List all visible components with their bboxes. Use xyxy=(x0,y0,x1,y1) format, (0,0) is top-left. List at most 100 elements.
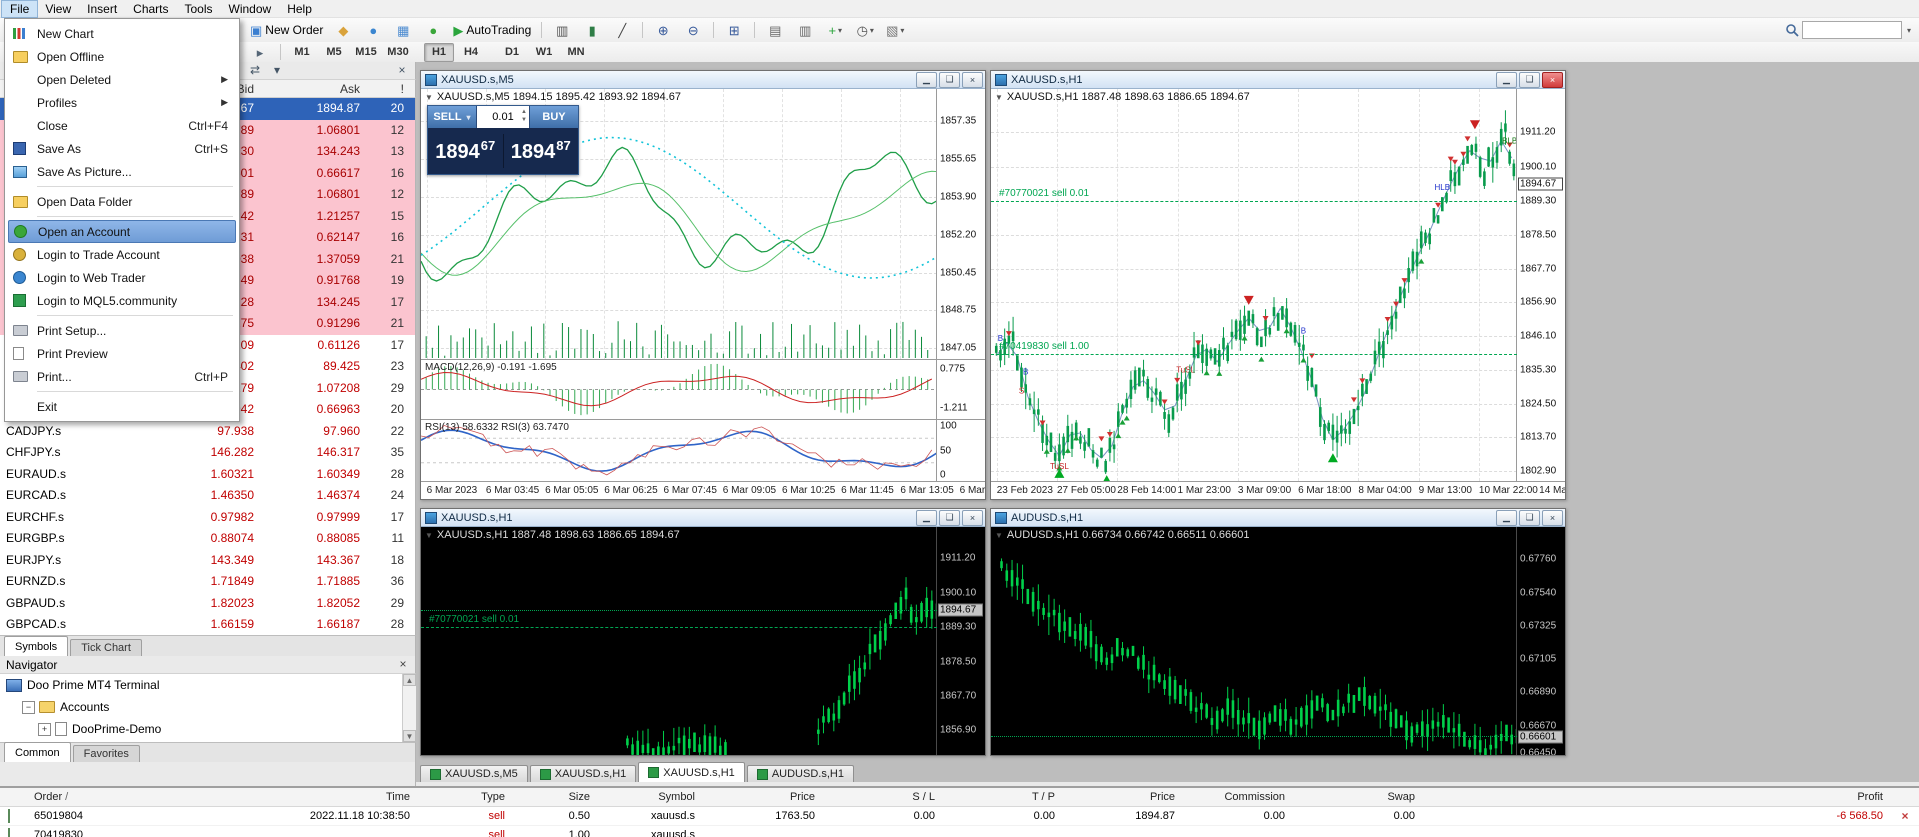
chart-shift-button[interactable]: ▸ xyxy=(246,41,274,63)
chart-window-titlebar[interactable]: XAUUSD.s,H1 ▁ ❏ × xyxy=(991,71,1565,89)
window-restore-button[interactable]: ❏ xyxy=(1519,510,1540,526)
buy-button[interactable]: BUY xyxy=(530,106,578,128)
chart-window-titlebar[interactable]: XAUUSD.s,M5 ▁ ❏ × xyxy=(421,71,985,89)
market-watch-row[interactable]: GBPAUD.s1.820231.8205229 xyxy=(0,593,415,615)
candlestick-mode-button[interactable]: ▮ xyxy=(578,19,606,41)
timeframe-m15[interactable]: M15 xyxy=(351,43,381,62)
price-scale[interactable]: 1911.201900.101894.671889.301878.501867.… xyxy=(1516,89,1565,481)
market-watch-close-icon[interactable]: × xyxy=(393,63,411,77)
autotrading-button[interactable]: ▶AutoTrading xyxy=(449,19,535,41)
data-window-button[interactable]: ▦ xyxy=(389,19,417,41)
menu-file[interactable]: File xyxy=(2,1,37,17)
market-watch-row[interactable]: EURAUD.s1.603211.6034928 xyxy=(0,464,415,486)
line-chart-mode-button[interactable]: ╱ xyxy=(608,19,636,41)
arrange-windows-button[interactable]: ▥ xyxy=(791,19,819,41)
menu-view[interactable]: View xyxy=(37,1,79,17)
file-menu-item-print-preview[interactable]: Print Preview xyxy=(8,342,236,365)
terminal-col-price[interactable]: Price xyxy=(1063,791,1183,803)
terminal-col-order[interactable]: Order/ xyxy=(26,791,118,803)
lot-size-field[interactable]: 0.01▲▼ xyxy=(476,106,530,128)
market-watch-row[interactable]: EURGBP.s0.880740.8808511 xyxy=(0,528,415,550)
chart-body[interactable]: 1857.351855.651853.901852.201850.451848.… xyxy=(421,89,985,499)
file-menu-item-login-to-mql5-community[interactable]: Login to MQL5.community xyxy=(8,289,236,312)
chart-main-pane[interactable]: 0.677600.675400.673250.671050.668900.666… xyxy=(991,527,1565,755)
chart-main-pane[interactable]: 1911.201900.101894.671889.301878.501867.… xyxy=(991,89,1565,481)
time-axis[interactable]: 23 Feb 202327 Feb 05:0028 Feb 14:001 Mar… xyxy=(991,481,1565,499)
search-dropdown-icon[interactable]: ▾ xyxy=(1907,26,1911,35)
tile-windows-button[interactable]: ⊞ xyxy=(720,19,748,41)
one-click-toggle-icon[interactable]: ▼ xyxy=(425,93,433,102)
rsi-pane[interactable]: RSI(13) 58.6332 RSI(3) 63.7470100500 xyxy=(421,419,985,481)
terminal-col-size[interactable]: Size xyxy=(513,791,598,803)
timeframe-w1[interactable]: W1 xyxy=(529,43,559,62)
terminal-col-s-l[interactable]: S / L xyxy=(823,791,943,803)
collapse-icon[interactable]: − xyxy=(22,701,35,714)
market-watch-row[interactable]: EURCAD.s1.463501.4637424 xyxy=(0,485,415,507)
terminal-column-headers[interactable]: Order/TimeTypeSizeSymbolPriceS / LT / PP… xyxy=(0,788,1919,807)
navigator-item-accounts[interactable]: −Accounts xyxy=(0,696,415,718)
window-restore-button[interactable]: ❏ xyxy=(1519,72,1540,88)
price-scale[interactable]: 0.677600.675400.673250.671050.668900.666… xyxy=(1516,527,1565,755)
new-order-button[interactable]: ▣New Order xyxy=(246,19,327,41)
chart-tab-audusd-s-h1[interactable]: AUDUSD.s,H1 xyxy=(747,765,854,782)
window-minimize-button[interactable]: ▁ xyxy=(1496,510,1517,526)
order-row[interactable]: 70419830sell1.00xauusd.s xyxy=(0,826,1919,837)
chart-tab-xauusd-s-h1[interactable]: XAUUSD.s,H1 xyxy=(530,765,637,782)
periods-button[interactable]: ◷▾ xyxy=(851,19,879,41)
time-axis[interactable]: 6 Mar 20236 Mar 03:456 Mar 05:056 Mar 06… xyxy=(421,481,985,499)
window-minimize-button[interactable]: ▁ xyxy=(916,510,937,526)
navigator-tab-favorites[interactable]: Favorites xyxy=(73,745,140,762)
scroll-up-icon[interactable]: ▲ xyxy=(403,674,416,686)
indicators-list-button[interactable]: +▾ xyxy=(821,19,849,41)
price-scale[interactable]: 1857.351855.651853.901852.201850.451848.… xyxy=(936,89,985,359)
window-close-button[interactable]: × xyxy=(1542,72,1563,88)
menu-charts[interactable]: Charts xyxy=(125,1,176,17)
symbols-sort-icon[interactable]: ⇄ xyxy=(246,63,264,77)
window-close-button[interactable]: × xyxy=(1542,510,1563,526)
terminal-col-type[interactable]: Type xyxy=(418,791,513,803)
window-close-button[interactable]: × xyxy=(962,72,983,88)
price-scale[interactable]: 0.775-1.211 xyxy=(936,360,985,419)
order-row[interactable]: 650198042022.11.18 10:38:50sell0.50xauus… xyxy=(0,807,1919,826)
file-menu-item-open-offline[interactable]: Open Offline xyxy=(8,45,236,68)
file-menu-item-new-chart[interactable]: New Chart xyxy=(8,22,236,45)
bar-chart-mode-button[interactable]: ▥ xyxy=(548,19,576,41)
terminal-col-symbol[interactable]: Symbol xyxy=(598,791,703,803)
timeframe-h1[interactable]: H1 xyxy=(424,43,454,62)
menu-help[interactable]: Help xyxy=(279,1,320,17)
file-menu-item-save-as-picture[interactable]: Save As Picture... xyxy=(8,160,236,183)
file-menu-item-print-setup[interactable]: Print Setup... xyxy=(8,319,236,342)
market-watch-row[interactable]: EURNZD.s1.718491.7188536 xyxy=(0,571,415,593)
file-menu-item-login-to-web-trader[interactable]: Login to Web Trader xyxy=(8,266,236,289)
price-scale[interactable]: 100500 xyxy=(936,420,985,481)
templates-button[interactable]: ▧▾ xyxy=(881,19,909,41)
search-input[interactable] xyxy=(1802,21,1902,39)
navigator-item-dooprime-demo[interactable]: +DooPrime-Demo xyxy=(0,718,415,740)
market-watch-tab-symbols[interactable]: Symbols xyxy=(4,636,68,656)
market-watch-col-[interactable]: ! xyxy=(366,82,410,96)
window-minimize-button[interactable]: ▁ xyxy=(1496,72,1517,88)
file-menu-item-exit[interactable]: Exit xyxy=(8,395,236,418)
market-watch-row[interactable]: CHFJPY.s146.282146.31735 xyxy=(0,442,415,464)
timeframe-m5[interactable]: M5 xyxy=(319,43,349,62)
window-restore-button[interactable]: ❏ xyxy=(939,510,960,526)
terminal-col-price[interactable]: Price xyxy=(703,791,823,803)
price-scale[interactable]: 1911.201900.101894.671889.301878.501867.… xyxy=(936,527,985,755)
market-watch-row[interactable]: EURJPY.s143.349143.36718 xyxy=(0,550,415,572)
menu-insert[interactable]: Insert xyxy=(79,1,125,17)
timeframe-m30[interactable]: M30 xyxy=(383,43,413,62)
menu-tools[interactable]: Tools xyxy=(177,1,221,17)
timeframe-h4[interactable]: H4 xyxy=(456,43,486,62)
market-watch-tab-tick-chart[interactable]: Tick Chart xyxy=(70,639,142,656)
zoom-out-button[interactable]: ⊖ xyxy=(679,19,707,41)
window-minimize-button[interactable]: ▁ xyxy=(916,72,937,88)
terminal-col-profit[interactable]: Profit xyxy=(1423,791,1891,803)
file-menu-item-open-deleted[interactable]: Open Deleted▶ xyxy=(8,68,236,91)
metaeditor-button[interactable]: ◆ xyxy=(329,19,357,41)
chart-body[interactable]: 1911.201900.101894.671889.301878.501867.… xyxy=(991,89,1565,499)
chart-tab-xauusd-s-h1[interactable]: XAUUSD.s,H1 xyxy=(638,762,745,782)
chart-main-pane[interactable]: 1911.201900.101894.671889.301878.501867.… xyxy=(421,527,985,755)
navigator-scrollbar[interactable]: ▲ ▼ xyxy=(402,674,416,742)
close-order-icon[interactable]: × xyxy=(1891,809,1919,823)
navigator-tab-common[interactable]: Common xyxy=(4,742,71,762)
